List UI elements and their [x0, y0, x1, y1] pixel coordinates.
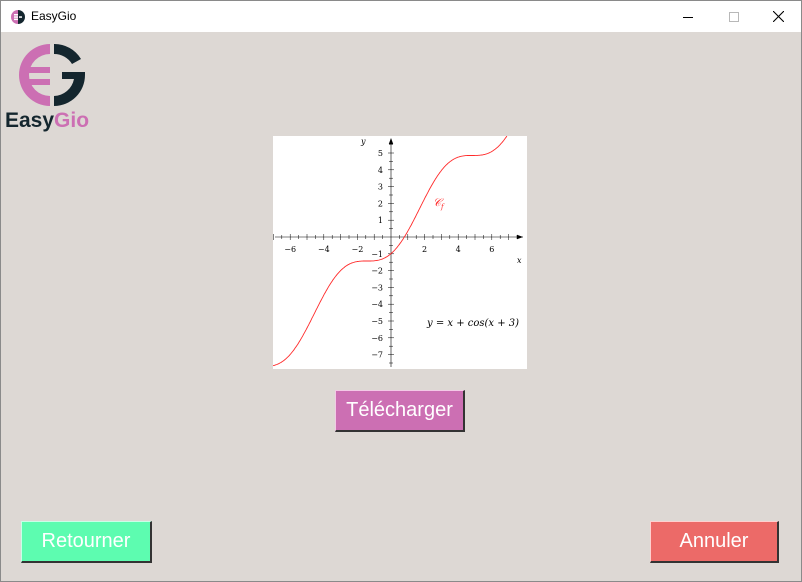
y-tick-label: −6 [371, 334, 383, 343]
y-axis-label: y [360, 137, 366, 146]
x-tick-label: 2 [422, 245, 427, 254]
minimize-button[interactable] [665, 1, 711, 32]
x-tick-label: −6 [284, 245, 296, 254]
equation-label: y = x + cos(x + 3) [426, 318, 519, 329]
y-tick-label: −5 [371, 317, 383, 326]
logo-text-gio: Gio [54, 109, 90, 132]
download-button[interactable]: Télécharger [335, 390, 465, 432]
x-tick-label: −2 [352, 245, 364, 254]
y-tick-label: 3 [378, 183, 383, 192]
cancel-button[interactable]: Annuler [650, 521, 779, 563]
logo-wordmark: EasyGio [5, 109, 89, 133]
x-axis-arrow [517, 234, 523, 240]
y-tick-label: −3 [371, 283, 383, 292]
back-button[interactable]: Retourner [21, 521, 152, 563]
app-window: EasyGio EasyGio −6 −4 −2 2 4 6 5 4 3 2 1 −1 −2 −3 −4 −5… [0, 0, 802, 582]
curve-name-subscript: f [440, 203, 445, 211]
y-axis-arrow [388, 138, 394, 144]
y-tick-label: −1 [371, 250, 383, 259]
title-bar[interactable]: EasyGio [1, 1, 801, 32]
maximize-icon [729, 11, 739, 22]
y-tick-label: 4 [378, 166, 383, 175]
curve-name-label: 𝒞f [433, 196, 445, 211]
x-tick-label: 4 [456, 245, 461, 254]
close-icon [772, 11, 784, 22]
curve-line [269, 135, 508, 367]
minimize-icon [683, 16, 693, 18]
y-tick-label: 2 [378, 199, 383, 208]
x-axis-label: x [517, 256, 522, 265]
y-tick-label: −4 [371, 300, 383, 309]
function-graph: −6 −4 −2 2 4 6 5 4 3 2 1 −1 −2 −3 −4 −5 −6 −7 y x 𝒞f y = … [269, 135, 523, 367]
logo-text-easy: Easy [5, 109, 55, 132]
maximize-button[interactable] [711, 1, 757, 32]
y-tick-label: −2 [371, 267, 383, 276]
window-title: EasyGio [31, 9, 77, 23]
x-tick-label: 6 [489, 245, 494, 254]
app-icon [11, 10, 25, 24]
y-tick-label: −7 [371, 351, 383, 360]
y-tick-label: 1 [378, 216, 383, 225]
close-button[interactable] [755, 1, 801, 32]
function-graph-image: −6 −4 −2 2 4 6 5 4 3 2 1 −1 −2 −3 −4 −5 −6 −7 y x 𝒞f y = … [269, 135, 527, 369]
y-tick-label: 5 [378, 149, 383, 158]
x-tick-label: −4 [318, 245, 330, 254]
